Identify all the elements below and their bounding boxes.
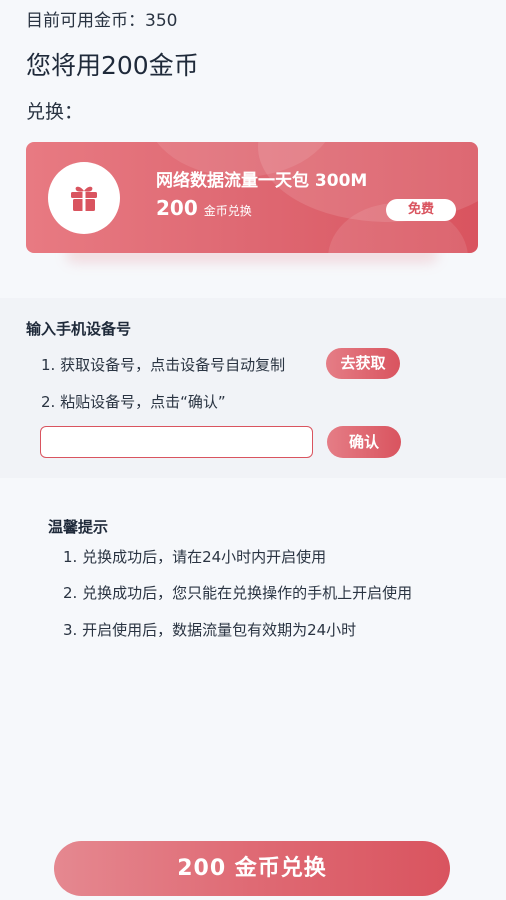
get-device-id-button[interactable]: 去获取 bbox=[326, 348, 400, 379]
free-badge: 免费 bbox=[386, 199, 456, 221]
tip-item: 2. 兑换成功后，您只能在兑换操作的手机上开启使用 bbox=[63, 584, 413, 602]
confirm-button[interactable]: 确认 bbox=[327, 426, 401, 458]
product-price-unit: 金币兑换 bbox=[203, 204, 252, 218]
balance-text: 目前可用金币：350 bbox=[26, 11, 178, 31]
device-step-1: 1. 获取设备号，点击设备号自动复制 bbox=[41, 356, 286, 374]
product-name: 网络数据流量一天包 300M bbox=[156, 171, 368, 191]
tips-title: 温馨提示 bbox=[48, 518, 109, 536]
redeem-button[interactable]: 200 金币兑换 bbox=[54, 841, 450, 896]
gift-icon bbox=[48, 162, 120, 234]
device-step-2: 2. 粘贴设备号，点击“确认” bbox=[41, 393, 226, 411]
device-section-title: 输入手机设备号 bbox=[26, 320, 132, 338]
tip-item: 1. 兑换成功后，请在24小时内开启使用 bbox=[63, 548, 327, 566]
exchange-label: 兑换： bbox=[26, 101, 84, 123]
product-price: 200 金币兑换 bbox=[156, 196, 252, 220]
device-section: 输入手机设备号 1. 获取设备号，点击设备号自动复制 去获取 2. 粘贴设备号，… bbox=[0, 298, 506, 478]
product-price-value: 200 bbox=[156, 196, 198, 220]
product-card: 网络数据流量一天包 300M 200 金币兑换 免费 bbox=[26, 142, 478, 263]
product-card-body: 网络数据流量一天包 300M 200 金币兑换 免费 bbox=[26, 142, 478, 253]
tip-item: 3. 开启使用后，数据流量包有效期为24小时 bbox=[63, 621, 357, 639]
page-title: 您将用200金币 bbox=[26, 51, 199, 80]
device-id-input[interactable] bbox=[40, 426, 313, 458]
